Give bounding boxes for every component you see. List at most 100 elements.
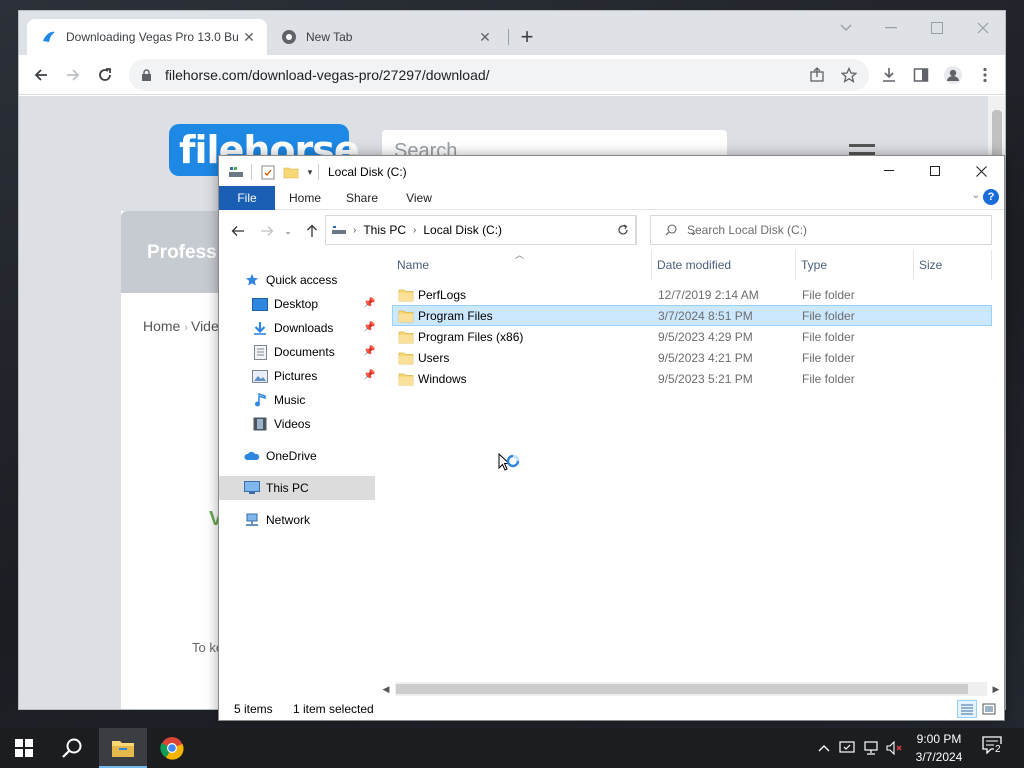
ribbon-tab-share[interactable]: Share [337,186,387,210]
horizontal-scrollbar[interactable]: ◀ ▶ [379,682,1003,696]
refresh-icon[interactable] [610,215,637,245]
desktop-icon [251,296,269,312]
explorer-title: Local Disk (C:) [328,165,407,179]
scrollbar-thumb[interactable] [396,684,968,694]
large-icons-view-icon[interactable] [979,700,999,718]
music-note-icon [251,392,269,408]
close-tab-icon[interactable]: ✕ [241,29,257,45]
tab-downloading-vegas[interactable]: Downloading Vegas Pro 13.0 Bu ✕ [27,19,267,55]
browser-toolbar: filehorse.com/download-vegas-pro/27297/d… [19,55,1005,95]
file-explorer-taskbar-icon[interactable] [99,728,147,768]
tab-search-icon[interactable] [824,15,868,41]
nav-this-pc[interactable]: This PC [219,476,375,500]
column-type[interactable]: Type [796,250,914,280]
nav-documents[interactable]: Documents 📌 [251,340,407,364]
minimize-button[interactable] [869,15,913,41]
security-tray-icon[interactable] [837,738,857,758]
file-type: File folder [802,288,855,302]
nav-videos[interactable]: Videos [251,412,407,436]
downloads-arrow-icon [251,320,269,336]
search-icon[interactable] [48,728,96,768]
navigation-bar: ⌄ › This PC › Local Disk (C:) ⌄ Search L… [219,210,1004,250]
file-row[interactable]: Program Files (x86) 9/5/2023 4:29 PM File … [392,326,992,347]
help-icon[interactable]: ? [983,189,999,205]
scroll-left-icon[interactable]: ◀ [379,682,393,696]
nav-downloads[interactable]: Downloads 📌 [251,316,407,340]
column-headers: ︿ Name Date modified Type Size [392,250,992,280]
side-panel-icon[interactable] [907,61,935,89]
address-breadcrumb[interactable]: › This PC › Local Disk (C:) ⌄ [325,215,697,245]
clock-date: 3/7/2024 [915,750,963,764]
address-this-pc[interactable]: This PC [363,223,406,237]
explorer-minimize-button[interactable] [866,156,912,186]
file-row[interactable]: Users 9/5/2023 4:21 PM File folder [392,347,992,368]
file-name: PerfLogs [418,288,467,302]
search-local-disk-input[interactable]: Search Local Disk (C:) [650,215,992,245]
file-date-modified: 9/5/2023 4:29 PM [658,330,753,344]
address-bar[interactable]: filehorse.com/download-vegas-pro/27297/d… [129,59,869,91]
customize-quick-access-icon[interactable]: ▾ [304,164,316,180]
ribbon-tab-file[interactable]: File [219,186,275,210]
tab-new-tab[interactable]: New Tab ✕ [267,19,509,55]
nav-desktop[interactable]: Desktop 📌 [251,292,407,316]
system-clock[interactable]: 9:00 PM 3/7/2024 [904,730,974,766]
new-tab-button[interactable]: + [516,26,538,49]
ribbon-tab-view[interactable]: View [395,186,443,210]
ribbon-tab-home[interactable]: Home [281,186,329,210]
network-tray-icon[interactable] [861,738,881,758]
nav-pictures[interactable]: Pictures 📌 [251,364,407,388]
column-size[interactable]: Size [914,250,992,280]
pin-icon: 📌 [363,370,376,381]
profile-avatar-icon[interactable] [939,61,967,89]
star-icon [243,272,261,288]
file-type: File folder [802,309,855,323]
chrome-taskbar-icon[interactable] [148,728,196,768]
share-icon[interactable] [803,61,831,89]
forward-button[interactable] [59,61,87,89]
banner-title: Profess [147,242,217,263]
nav-quick-access[interactable]: Quick access [243,268,399,292]
new-folder-icon[interactable] [283,164,299,180]
back-arrow-icon[interactable] [228,221,248,241]
url-text: filehorse.com/download-vegas-pro/27297/d… [165,67,490,83]
forward-arrow-icon[interactable] [257,221,277,241]
explorer-close-button[interactable] [958,156,1004,186]
details-view-icon[interactable] [957,700,977,718]
filehorse-favicon-icon [41,29,57,45]
download-icon[interactable] [875,61,903,89]
navigation-pane: Quick access Desktop 📌 Downloads 📌 Docum… [219,250,384,682]
show-hidden-icons-chevron-icon[interactable] [814,738,834,758]
recent-locations-icon[interactable]: ⌄ [282,221,294,241]
properties-icon[interactable] [260,164,276,180]
nav-onedrive[interactable]: OneDrive [243,444,399,468]
up-arrow-icon[interactable] [302,221,322,241]
bookmark-star-icon[interactable] [835,61,863,89]
start-windows-icon[interactable] [0,728,48,768]
more-menu-icon[interactable] [971,61,999,89]
back-button[interactable] [27,61,55,89]
column-name[interactable]: Name [392,250,652,280]
action-center-icon[interactable]: 2 [982,736,1008,760]
breadcrumb-video[interactable]: Vide [191,318,219,334]
nav-network[interactable]: Network [243,508,399,532]
chrome-favicon-icon [281,29,297,45]
file-type: File folder [802,351,855,365]
close-tab-icon[interactable]: ✕ [477,29,493,45]
nav-music[interactable]: Music [251,388,407,412]
column-date-modified[interactable]: Date modified [652,250,796,280]
expand-ribbon-icon[interactable]: ⌄ [972,190,980,201]
explorer-maximize-button[interactable] [912,156,958,186]
pictures-icon [251,368,269,384]
file-row[interactable]: PerfLogs 12/7/2019 2:14 AM File folder [392,284,992,305]
breadcrumb-home[interactable]: Home [143,318,180,334]
volume-muted-icon[interactable] [885,738,905,758]
maximize-button[interactable] [915,15,959,41]
reload-button[interactable] [91,61,119,89]
scroll-right-icon[interactable]: ▶ [989,682,1003,696]
file-explorer-window: ▾ Local Disk (C:) File Home Share View ⌄… [218,155,1005,721]
address-local-disk[interactable]: Local Disk (C:) [423,223,502,237]
folder-icon [398,351,414,365]
file-row[interactable]: Program Files 3/7/2024 8:51 PM File folder [392,305,992,326]
file-row[interactable]: Windows 9/5/2023 5:21 PM File folder [392,368,992,389]
close-window-button[interactable] [961,15,1005,41]
